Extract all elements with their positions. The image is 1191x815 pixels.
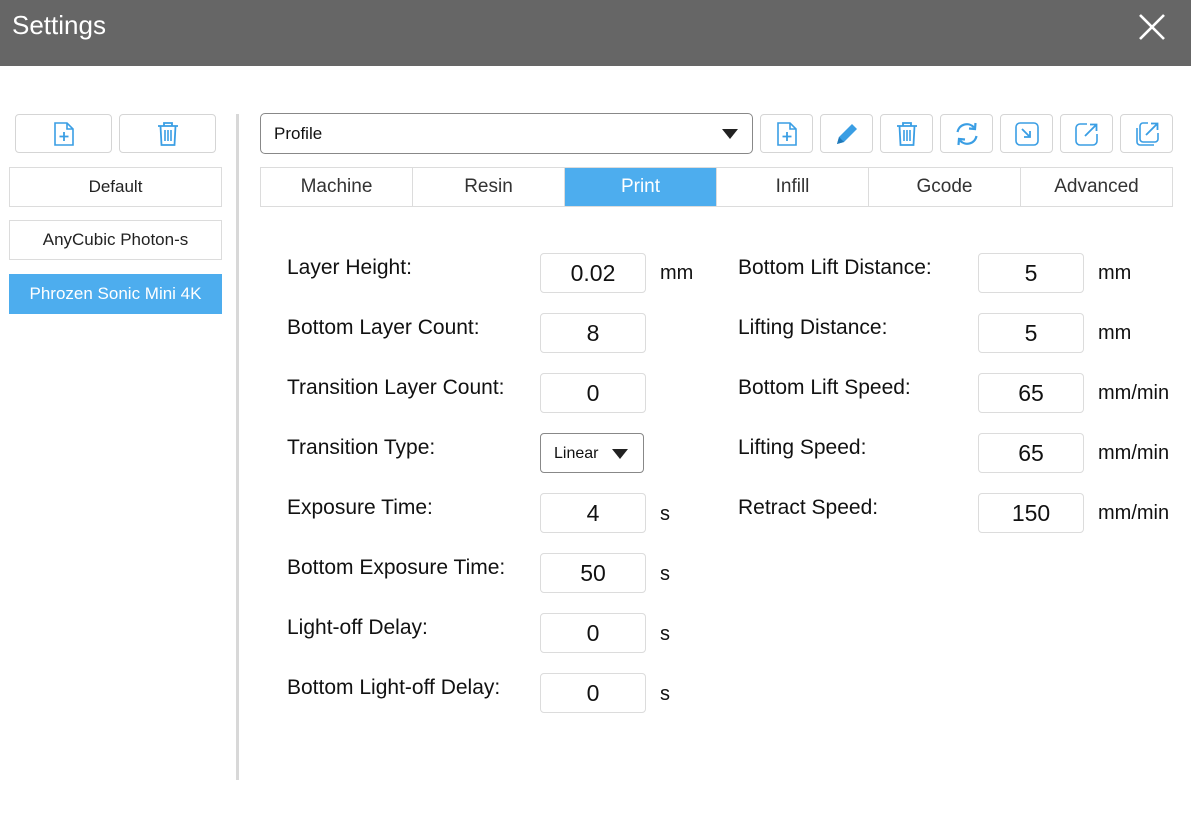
trash-icon [895,121,919,147]
bottom-exposure-time-input[interactable] [540,553,646,593]
layer-height-input[interactable] [540,253,646,293]
export-copy-icon [1133,120,1161,148]
transition-layer-count-label: Transition Layer Count: [287,376,505,399]
retract-speed-input[interactable] [978,493,1084,533]
refresh-icon [953,120,981,148]
transition-type-value: Linear [554,445,599,462]
lifting-distance-input[interactable] [978,313,1084,353]
refresh-button[interactable] [940,114,993,153]
bottom-lift-speed-label: Bottom Lift Speed: [738,376,911,399]
window-title: Settings [12,10,106,40]
bottom-lift-speed-input[interactable] [978,373,1084,413]
retract-speed-label: Retract Speed: [738,496,879,519]
settings-tabs: Machine Resin Print Infill Gcode Advance… [260,167,1173,207]
trash-icon [156,121,180,147]
profile-item-default[interactable]: Default [9,167,222,207]
transition-layer-count-input[interactable] [540,373,646,413]
tab-print[interactable]: Print [565,168,717,206]
bottom-light-off-delay-input[interactable] [540,673,646,713]
bottom-lift-distance-unit: mm [1098,262,1132,284]
export-button[interactable] [1060,114,1113,153]
layer-height-label: Layer Height: [287,256,412,279]
edit-config-button[interactable] [820,114,873,153]
bottom-lift-distance-label: Bottom Lift Distance: [738,256,932,279]
transition-type-label: Transition Type: [287,436,436,459]
lifting-speed-input[interactable] [978,433,1084,473]
lifting-speed-label: Lifting Speed: [738,436,867,459]
export-copy-button[interactable] [1120,114,1173,153]
bottom-exposure-time-label: Bottom Exposure Time: [287,556,506,579]
light-off-delay-label: Light-off Delay: [287,616,428,639]
bottom-lift-distance-input[interactable] [978,253,1084,293]
light-off-delay-unit: s [660,623,670,645]
profile-select[interactable]: Profile [260,113,753,154]
bottom-light-off-delay-unit: s [660,683,670,705]
tab-gcode[interactable]: Gcode [869,168,1021,206]
bottom-exposure-time-unit: s [660,563,670,585]
lifting-distance-unit: mm [1098,322,1132,344]
exposure-time-unit: s [660,503,670,525]
lifting-distance-label: Lifting Distance: [738,316,888,339]
transition-type-select[interactable]: Linear [540,433,644,473]
delete-config-button[interactable] [880,114,933,153]
profile-select-value: Profile [274,124,323,143]
new-config-button[interactable] [760,114,813,153]
layer-height-unit: mm [660,262,694,284]
add-profile-button[interactable] [15,114,112,153]
bottom-layer-count-label: Bottom Layer Count: [287,316,480,339]
close-icon[interactable] [1134,9,1170,45]
tab-infill[interactable]: Infill [717,168,869,206]
chevron-down-icon [722,129,738,139]
file-add-icon [776,121,798,146]
light-off-delay-input[interactable] [540,613,646,653]
panel-divider [236,114,239,780]
title-bar: Settings [0,0,1191,66]
chevron-down-icon [612,449,628,459]
tab-resin[interactable]: Resin [413,168,565,206]
edit-pencil-icon [834,121,860,147]
export-icon [1074,121,1100,147]
lifting-speed-unit: mm/min [1098,442,1170,464]
tab-machine[interactable]: Machine [261,168,413,206]
retract-speed-unit: mm/min [1098,502,1170,524]
exposure-time-label: Exposure Time: [287,496,433,519]
file-add-icon [53,121,75,146]
delete-profile-button[interactable] [119,114,216,153]
exposure-time-input[interactable] [540,493,646,533]
bottom-light-off-delay-label: Bottom Light-off Delay: [287,676,501,699]
profile-item-phrozen-sonic-mini-4k[interactable]: Phrozen Sonic Mini 4K [9,274,222,314]
bottom-lift-speed-unit: mm/min [1098,382,1170,404]
import-button[interactable] [1000,114,1053,153]
profile-item-anycubic-photon-s[interactable]: AnyCubic Photon-s [9,220,222,260]
tab-advanced[interactable]: Advanced [1021,168,1172,206]
import-icon [1014,121,1040,147]
bottom-layer-count-input[interactable] [540,313,646,353]
